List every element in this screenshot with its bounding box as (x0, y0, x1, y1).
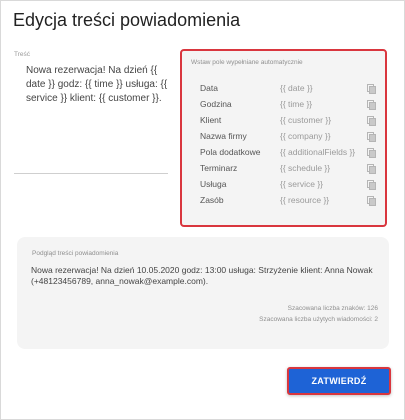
field-row-date[interactable]: Data {{ date }} (200, 81, 376, 95)
field-name: Usługa (200, 179, 227, 189)
field-row-additional-fields[interactable]: Pola dodatkowe {{ additionalFields }} (200, 145, 376, 159)
notification-edit-dialog: Edycja treści powiadomienia Treść Nowa r… (0, 0, 405, 420)
field-name: Nazwa firmy (200, 131, 247, 141)
field-name: Godzina (200, 99, 232, 109)
field-row-resource[interactable]: Zasób {{ resource }} (200, 193, 376, 207)
copy-icon[interactable] (367, 164, 376, 174)
content-label: Treść (14, 51, 31, 58)
confirm-button[interactable]: ZATWIERDŹ (287, 367, 391, 395)
field-name: Klient (200, 115, 222, 125)
field-token: {{ time }} (280, 99, 313, 109)
preview-text: Nowa rezerwacja! Na dzień 10.05.2020 god… (31, 265, 373, 286)
auto-fields-header: Wstaw pole wypełniane automatycznie (191, 59, 303, 66)
field-name: Zasób (200, 195, 224, 205)
field-token: {{ additionalFields }} (280, 147, 356, 157)
field-row-schedule[interactable]: Terminarz {{ schedule }} (200, 161, 376, 175)
field-token: {{ company }} (280, 131, 331, 141)
dialog-title: Edycja treści powiadomienia (13, 10, 241, 30)
copy-icon[interactable] (367, 180, 376, 190)
preview-header: Podgląd treści powiadomienia (32, 250, 119, 257)
message-count: Szacowana liczba użytych wiadomości: 2 (259, 316, 378, 323)
field-name: Data (200, 83, 218, 93)
field-token: {{ service }} (280, 179, 324, 189)
field-token: {{ resource }} (280, 195, 330, 205)
field-name: Terminarz (200, 163, 238, 173)
auto-fields-panel: Wstaw pole wypełniane automatycznie Data… (180, 49, 387, 227)
field-name: Pola dodatkowe (200, 147, 261, 157)
field-token: {{ schedule }} (280, 163, 331, 173)
field-token: {{ date }} (280, 83, 313, 93)
content-textarea[interactable]: Nowa rezerwacja! Na dzień {{ date }} god… (26, 64, 176, 106)
char-count: Szacowana liczba znaków: 126 (287, 305, 378, 312)
copy-icon[interactable] (367, 116, 376, 126)
copy-icon[interactable] (367, 84, 376, 94)
copy-icon[interactable] (367, 148, 376, 158)
field-row-customer[interactable]: Klient {{ customer }} (200, 113, 376, 127)
copy-icon[interactable] (367, 196, 376, 206)
copy-icon[interactable] (367, 100, 376, 110)
copy-icon[interactable] (367, 132, 376, 142)
field-token: {{ customer }} (280, 115, 332, 125)
field-row-time[interactable]: Godzina {{ time }} (200, 97, 376, 111)
field-row-company[interactable]: Nazwa firmy {{ company }} (200, 129, 376, 143)
preview-panel: Podgląd treści powiadomienia Nowa rezerw… (17, 237, 389, 349)
content-underline (14, 173, 168, 174)
field-row-service[interactable]: Usługa {{ service }} (200, 177, 376, 191)
